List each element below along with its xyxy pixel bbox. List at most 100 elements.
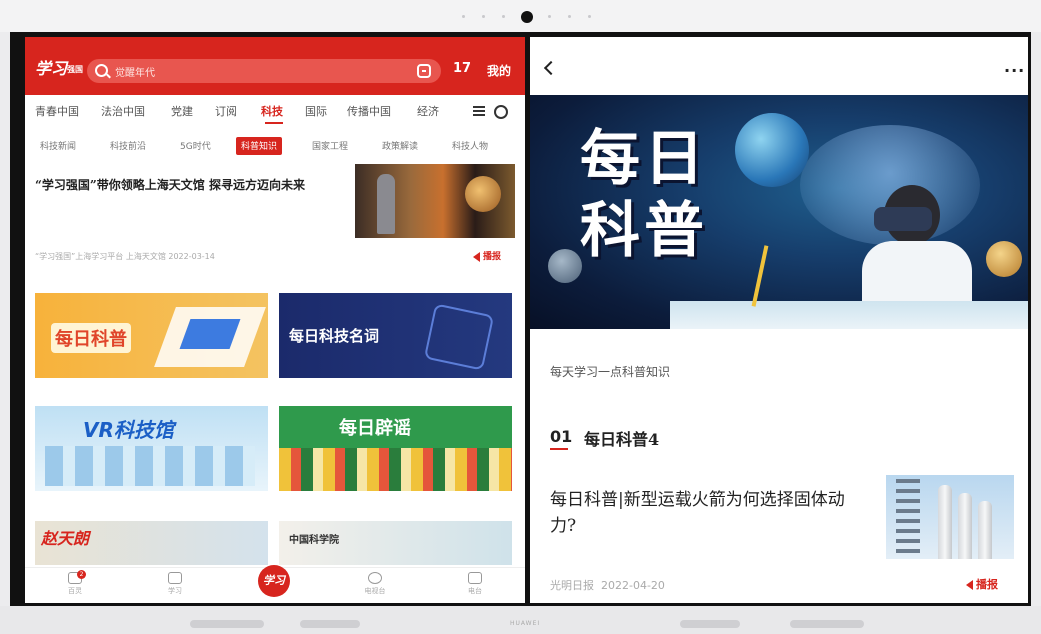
subtab-news[interactable]: 科技新闻 [35,137,81,155]
menu-icon[interactable] [473,106,485,116]
logo-small-text: 强国 [67,64,84,74]
rocket-figure [978,501,992,559]
camera-icon [521,11,533,23]
bottom-bezel: HUAWEI [0,606,1041,634]
column-subtitle: 每天学习一点科普知识 [550,365,671,379]
pencil-shape [751,245,769,307]
sensor-dot [462,15,465,18]
section-number: 01 [550,427,573,446]
banner-cas[interactable]: 中国科学院 [279,521,512,565]
planet-figure [735,113,809,187]
tab-guoji[interactable]: 国际 [305,103,327,119]
nav-label: 学习 [168,587,182,595]
illustration [279,448,512,491]
tab-jingji[interactable]: 经济 [417,103,439,119]
app-header: 学习强国 觉醒年代 17 我的 [25,37,525,95]
sensor-dot [548,15,551,18]
banner-label: VR科技馆 [83,418,174,442]
article-thumbnail[interactable] [886,475,1014,559]
vr-headset-shape [874,207,932,231]
nav-label: 电视台 [364,587,386,595]
nav-radio[interactable]: 电台 [455,572,495,596]
tab-fazhi[interactable]: 法治中国 [101,103,145,119]
article-title[interactable]: 每日科普|新型运载火箭为何选择固体动力? [550,487,870,539]
channel-tabs: 青春中国 法治中国 党建 订阅 科技 国际 传播中国 经济 [25,95,525,127]
hero-banner: 每日科普 [530,95,1028,329]
subtab-kepu[interactable]: 科普知识 [236,137,283,155]
person-figure [377,174,395,234]
subtab-policy[interactable]: 政策解读 [377,137,423,155]
launch-tower [896,479,920,559]
nav-label: 百灵 [68,587,82,595]
left-app-pane: 学习强国 觉醒年代 17 我的 青春中国 法治中国 党建 订阅 科技 国际 传播… [25,37,525,603]
tab-dangjian[interactable]: 党建 [171,103,193,119]
nav-bailing[interactable]: 2 百灵 [55,570,95,596]
nav-tv[interactable]: 电视台 [355,572,395,596]
points-score[interactable]: 17 [453,61,471,76]
banner-label: 每日辟谣 [339,418,411,439]
banner-daily-kepu[interactable]: 每日科普 [35,293,268,378]
news-title[interactable]: “学习强国”带你领略上海天文馆 探寻远方迈向未来 [35,176,355,193]
tab-chuanbo[interactable]: 传播中国 [347,103,391,119]
detail-header: ··· [530,37,1028,95]
app-logo[interactable]: 学习强国 [35,55,85,78]
source-name: 光明日报 [550,579,594,592]
banner-label: 每日科普 [51,323,131,353]
banner-label: 赵天朗 [41,529,90,548]
top-bezel [0,0,1041,32]
nav-study[interactable]: 学习 [155,572,195,596]
scan-icon[interactable] [417,64,431,78]
back-icon[interactable] [543,60,559,76]
sensor-dot [502,15,505,18]
subtab-5g[interactable]: 5G时代 [175,137,216,155]
nav-center-home[interactable]: 学习 [258,565,290,597]
right-app-pane: ··· 每日科普 每天学习一点科普知识 01 每日科普4 每日科普|新型运载火箭… [530,37,1028,603]
mine-button[interactable]: 我的 [487,62,511,79]
subchannel-tabs: 科技新闻 科技前沿 5G时代 科普知识 国家工程 政策解读 科技人物 [25,133,525,157]
sensor-dot [568,15,571,18]
tab-qingchun[interactable]: 青春中国 [35,103,79,119]
search-bar[interactable]: 觉醒年代 [87,59,441,83]
banner-rumor-debunk[interactable]: 每日辟谣 [279,406,512,491]
hero-title: 每日科普 [580,124,708,266]
nav-label: 电台 [468,587,482,595]
section-title: 每日科普4 [584,430,660,449]
play-label: 播报 [976,578,998,591]
logo-text: 学习 [35,59,68,78]
sensor-dot [482,15,485,18]
search-placeholder: 觉醒年代 [115,68,155,79]
planet-figure [548,249,582,283]
tab-dingyue[interactable]: 订阅 [215,103,237,119]
illustration [423,303,495,371]
news-thumbnail[interactable] [355,164,515,238]
subtab-people[interactable]: 科技人物 [447,137,493,155]
speaker-grille [190,620,264,628]
planet-figure [986,241,1022,277]
speaker-grille [300,620,360,628]
article-source: 光明日报 2022-04-20 [550,577,665,593]
notification-badge: 2 [77,570,86,579]
banner-zhao[interactable]: 赵天朗 [35,521,268,565]
banner-tech-terms[interactable]: 每日科技名词 [279,293,512,378]
more-icon[interactable]: ··· [1004,63,1025,79]
sensor-dot [588,15,591,18]
subtab-engineering[interactable]: 国家工程 [307,137,353,155]
radio-icon [468,572,482,584]
profile-icon[interactable] [494,105,508,119]
play-button[interactable]: 播报 [473,249,501,262]
subtab-frontier[interactable]: 科技前沿 [105,137,151,155]
rocket-figure [938,485,952,559]
speaker-grille [680,620,740,628]
tab-keji[interactable]: 科技 [261,103,283,119]
device-frame: 学习强国 觉醒年代 17 我的 青春中国 法治中国 党建 订阅 科技 国际 传播… [0,0,1041,634]
rocket-figure [958,493,972,559]
speaker-icon [966,580,973,590]
banner-label: 每日科技名词 [289,327,380,345]
banner-vr-museum[interactable]: VR科技馆 [35,406,268,491]
speaker-icon [473,251,480,262]
play-button[interactable]: 播报 [966,576,998,592]
section-underline [550,448,568,450]
study-icon [168,572,182,584]
tv-icon [368,572,382,584]
illustration [45,446,255,486]
